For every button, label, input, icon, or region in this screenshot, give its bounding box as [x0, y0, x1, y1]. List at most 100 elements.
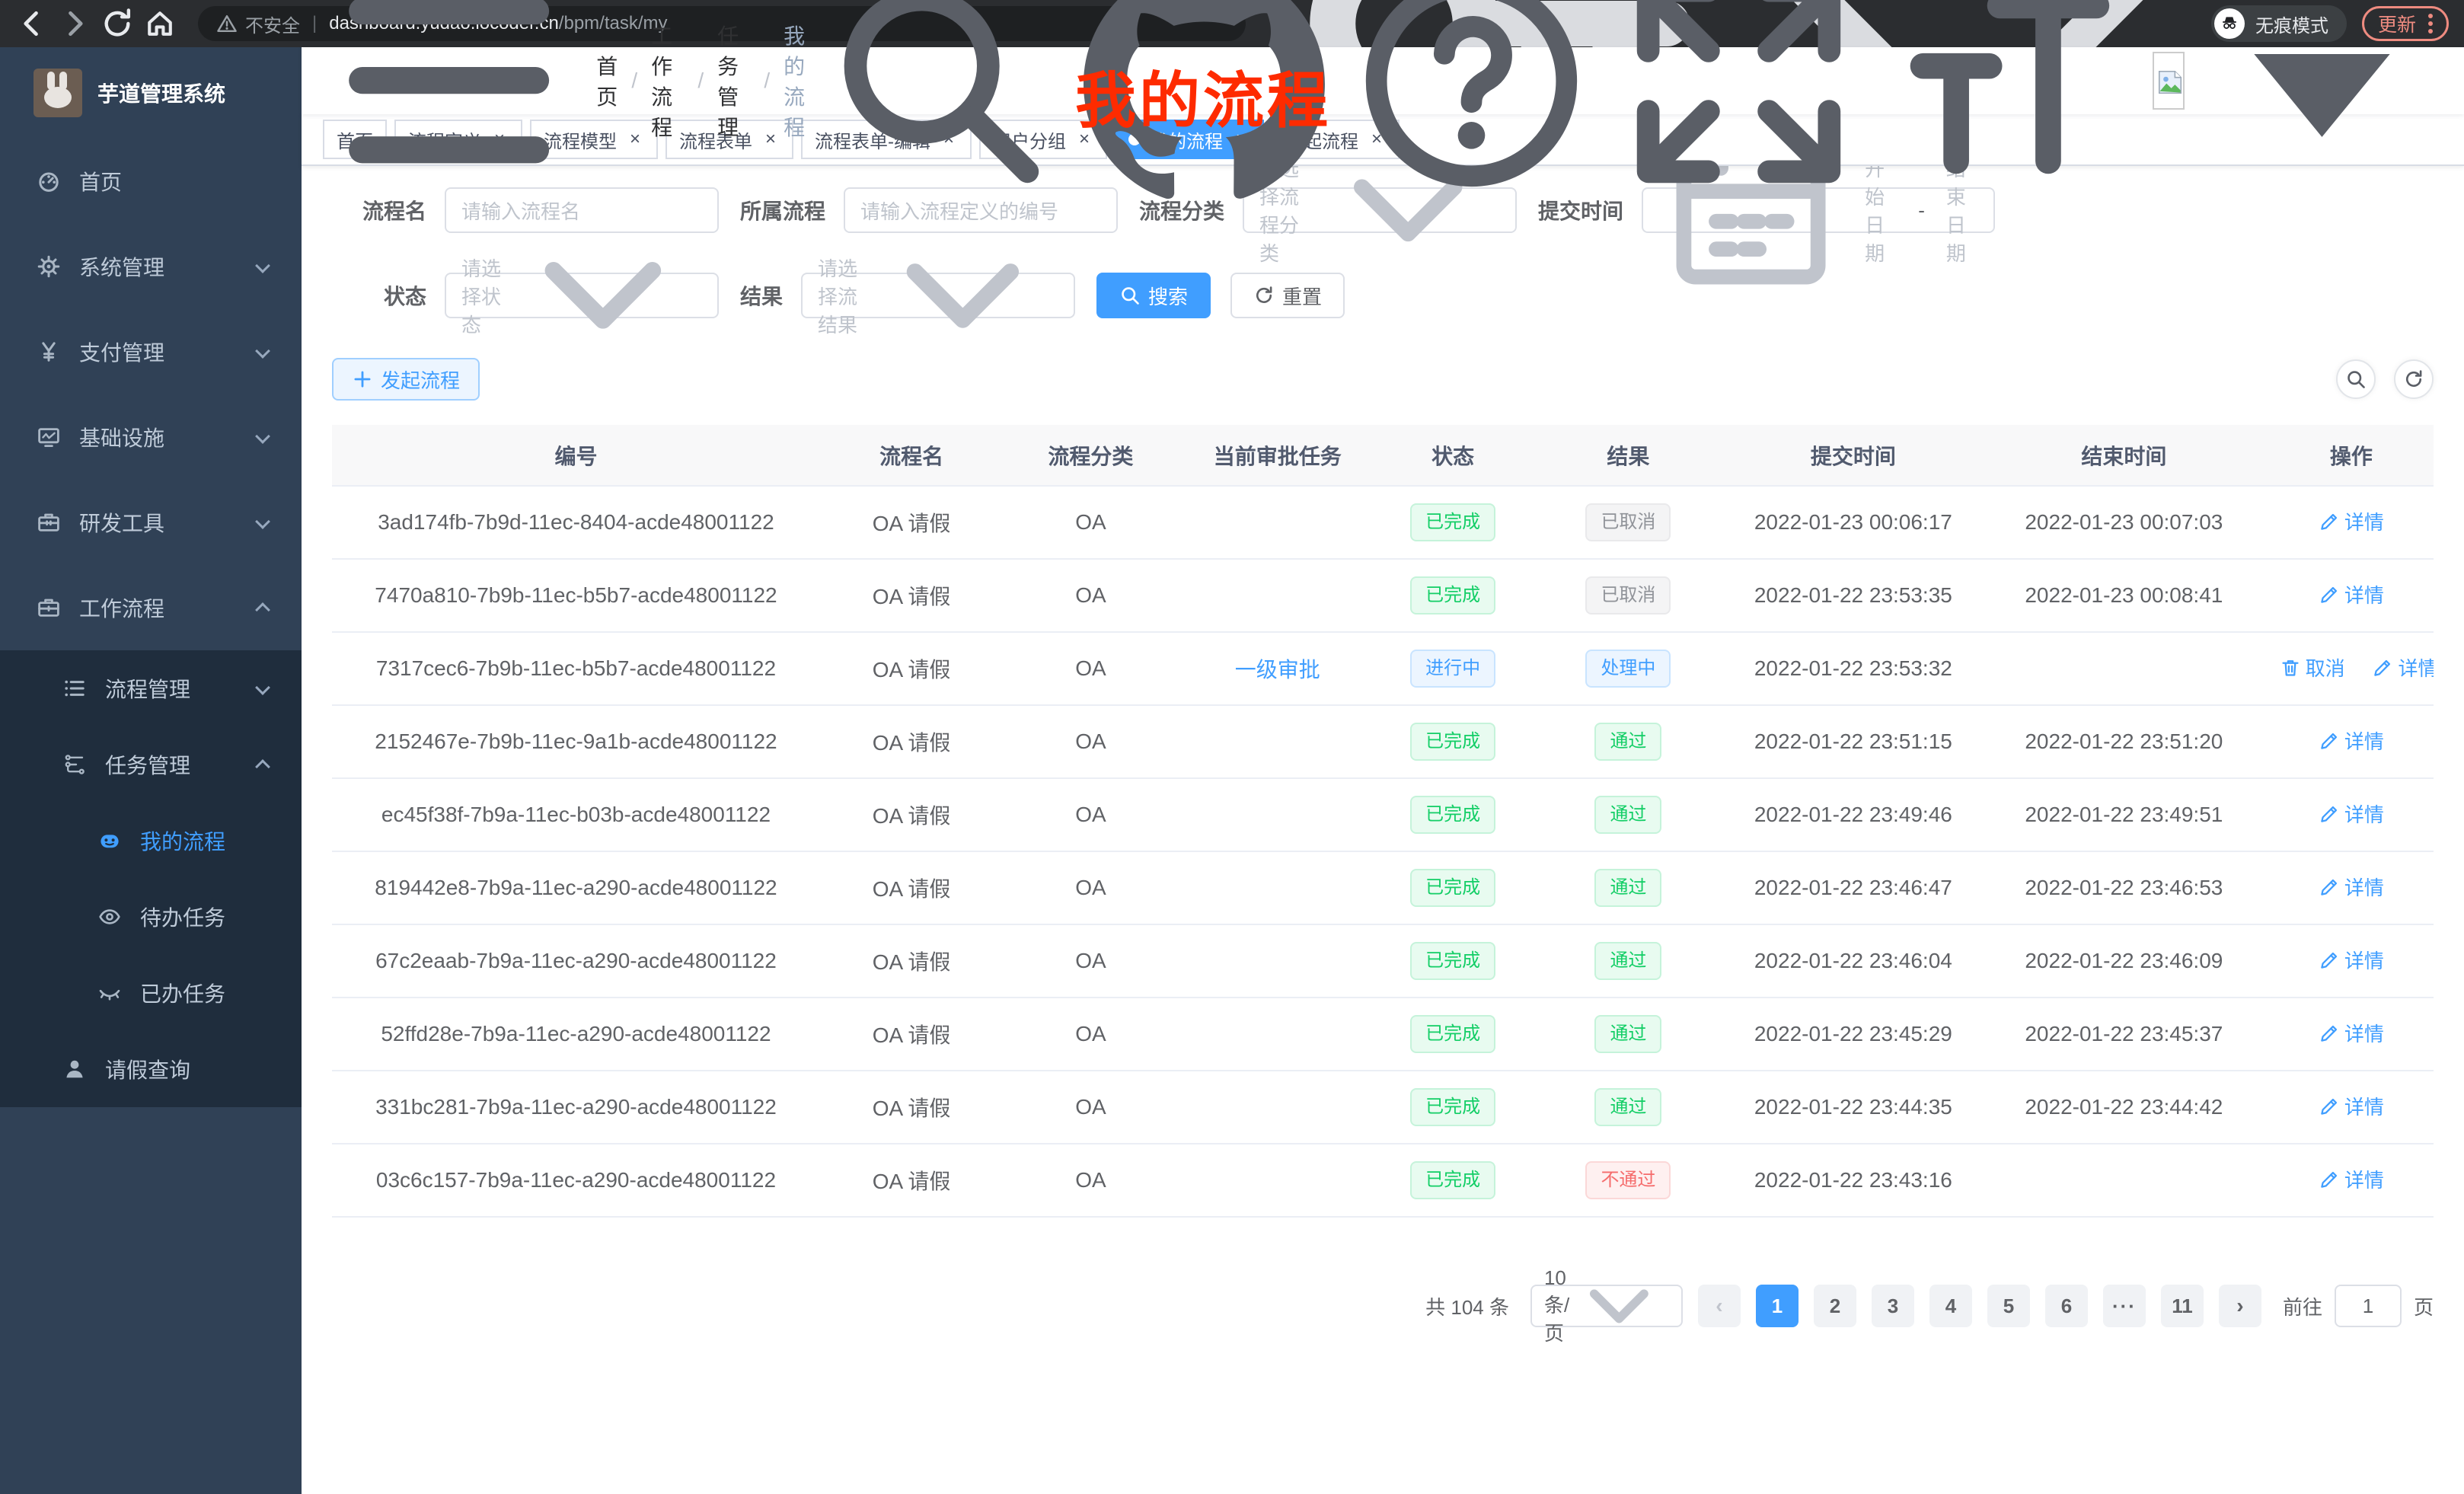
- page-button[interactable]: 5: [1987, 1285, 2030, 1327]
- sidebar-item[interactable]: 首页: [0, 139, 302, 224]
- page-button[interactable]: 2: [1814, 1285, 1856, 1327]
- chevron-down-icon: [255, 680, 270, 695]
- cell-end-time: 2022-01-22 23:51:20: [1979, 705, 2269, 778]
- gear-icon: [37, 254, 61, 279]
- edit-icon: [2319, 511, 2340, 532]
- monitor-icon: [37, 425, 61, 449]
- table-row: 3ad174fb-7b9d-11ec-8404-acde48001122 OA …: [332, 486, 2434, 559]
- detail-button[interactable]: 详情: [2319, 726, 2384, 755]
- hamburger-icon[interactable]: [323, 0, 575, 207]
- toggle-search-button[interactable]: [2336, 359, 2376, 399]
- browser-back-icon[interactable]: [15, 7, 49, 40]
- goto-page-input[interactable]: 1: [2335, 1285, 2402, 1327]
- status-badge: 已完成: [1410, 503, 1495, 541]
- detail-button[interactable]: 详情: [2319, 800, 2384, 828]
- page-size-select[interactable]: 10条/页: [1530, 1285, 1683, 1327]
- sidebar-item[interactable]: 支付管理: [0, 309, 302, 394]
- cancel-button[interactable]: 取消: [2280, 653, 2345, 682]
- sidebar-item[interactable]: 基础设施: [0, 394, 302, 480]
- cell-category: OA: [1003, 486, 1178, 559]
- detail-button[interactable]: 详情: [2319, 946, 2384, 974]
- create-process-button[interactable]: 发起流程: [332, 358, 480, 401]
- avatar-caret-down-icon[interactable]: [2201, 0, 2443, 212]
- sidebar-item[interactable]: 我的流程: [0, 803, 302, 879]
- prev-page-button[interactable]: ‹: [1698, 1285, 1741, 1327]
- col-result: 结果: [1529, 425, 1727, 486]
- search-button[interactable]: 搜索: [1096, 273, 1211, 318]
- detail-button[interactable]: 详情: [2319, 1019, 2384, 1047]
- detail-button[interactable]: 详情: [2319, 1092, 2384, 1120]
- github-icon[interactable]: [1084, 0, 1325, 201]
- browser-forward-icon[interactable]: [58, 7, 91, 40]
- sidebar-item[interactable]: 系统管理: [0, 224, 302, 309]
- sidebar-item-label: 流程管理: [105, 673, 190, 704]
- browser-reload-icon[interactable]: [101, 7, 134, 40]
- cell-id: 7470a810-7b9b-11ec-b5b7-acde48001122: [332, 559, 820, 632]
- browser-home-icon[interactable]: [143, 7, 177, 40]
- screen: 不安全 | dashboard.yudao.iocoder.cn/bpm/tas…: [0, 0, 2464, 1494]
- chevron-down-icon: [504, 196, 702, 394]
- refresh-table-button[interactable]: [2394, 359, 2434, 399]
- cell-end-time: 2022-01-22 23:44:42: [1979, 1071, 2269, 1144]
- edit-icon: [2319, 950, 2340, 971]
- cell-category: OA: [1003, 1144, 1178, 1217]
- status-badge: 已完成: [1410, 796, 1495, 834]
- detail-button[interactable]: 详情: [2319, 1165, 2384, 1193]
- detail-button[interactable]: 详情: [2372, 653, 2434, 682]
- delete-icon: [2280, 657, 2301, 678]
- cell-category: OA: [1003, 851, 1178, 924]
- detail-button[interactable]: 详情: [2319, 507, 2384, 535]
- detail-button[interactable]: 详情: [2319, 873, 2384, 901]
- status-select[interactable]: 请选择状态: [445, 273, 719, 318]
- sidebar-item[interactable]: 请假查询: [0, 1031, 302, 1107]
- result-badge: 通过: [1594, 869, 1661, 907]
- cell-current-task: [1179, 778, 1377, 851]
- page-button[interactable]: 6: [2045, 1285, 2088, 1327]
- sidebar-item[interactable]: 流程管理: [0, 650, 302, 726]
- edit-icon: [2319, 876, 2340, 898]
- detail-button[interactable]: 详情: [2319, 580, 2384, 608]
- current-task-link[interactable]: 一级审批: [1235, 658, 1320, 682]
- breadcrumb-workflow[interactable]: 工作流程: [651, 20, 684, 142]
- breadcrumb-home[interactable]: 首页: [596, 50, 618, 111]
- cell-category: OA: [1003, 778, 1178, 851]
- cell-end-time: 2022-01-23 00:07:03: [1979, 486, 2269, 559]
- sidebar-item[interactable]: 研发工具: [0, 480, 302, 565]
- cell-category: OA: [1003, 632, 1178, 705]
- chevron-down-icon: [255, 514, 270, 529]
- search-icon[interactable]: [816, 0, 1058, 201]
- cell-current-task: [1179, 1071, 1377, 1144]
- result-select[interactable]: 请选择流结果: [801, 273, 1075, 318]
- status-badge: 已完成: [1410, 1015, 1495, 1053]
- help-icon[interactable]: [1351, 0, 1592, 201]
- font-size-icon[interactable]: [1885, 0, 2127, 201]
- cell-current-task: [1179, 851, 1377, 924]
- page-button[interactable]: 1: [1756, 1285, 1799, 1327]
- sidebar-item[interactable]: 任务管理: [0, 726, 302, 803]
- cell-current-task: [1179, 1144, 1377, 1217]
- cell-submit-time: 2022-01-22 23:46:04: [1728, 924, 1979, 998]
- sidebar-item[interactable]: 工作流程: [0, 565, 302, 650]
- cell-submit-time: 2022-01-22 23:53:35: [1728, 559, 1979, 632]
- breadcrumb-task-mgmt[interactable]: 任务管理: [717, 20, 750, 142]
- cell-process-name: OA 请假: [820, 1144, 1003, 1217]
- cell-submit-time: 2022-01-22 23:45:29: [1728, 998, 1979, 1071]
- sidebar-item[interactable]: 待办任务: [0, 879, 302, 955]
- next-page-button[interactable]: ›: [2219, 1285, 2261, 1327]
- page-button[interactable]: 3: [1872, 1285, 1914, 1327]
- avatar[interactable]: [2153, 52, 2185, 110]
- sidebar-item[interactable]: 已办任务: [0, 955, 302, 1031]
- table-row: 7470a810-7b9b-11ec-b5b7-acde48001122 OA …: [332, 559, 2434, 632]
- edit-icon: [2319, 584, 2340, 605]
- reset-button[interactable]: 重置: [1230, 273, 1345, 318]
- col-category: 流程分类: [1003, 425, 1178, 486]
- page-button[interactable]: 4: [1929, 1285, 1972, 1327]
- sidebar-item-label: 待办任务: [140, 902, 225, 932]
- goto-unit: 页: [2414, 1292, 2434, 1320]
- page-button[interactable]: ···: [2103, 1285, 2146, 1327]
- fullscreen-icon[interactable]: [1618, 0, 1859, 201]
- page-button[interactable]: 11: [2161, 1285, 2204, 1327]
- cell-submit-time: 2022-01-22 23:51:15: [1728, 705, 1979, 778]
- cell-submit-time: 2022-01-22 23:44:35: [1728, 1071, 1979, 1144]
- table-row: ec45f38f-7b9a-11ec-b03b-acde48001122 OA …: [332, 778, 2434, 851]
